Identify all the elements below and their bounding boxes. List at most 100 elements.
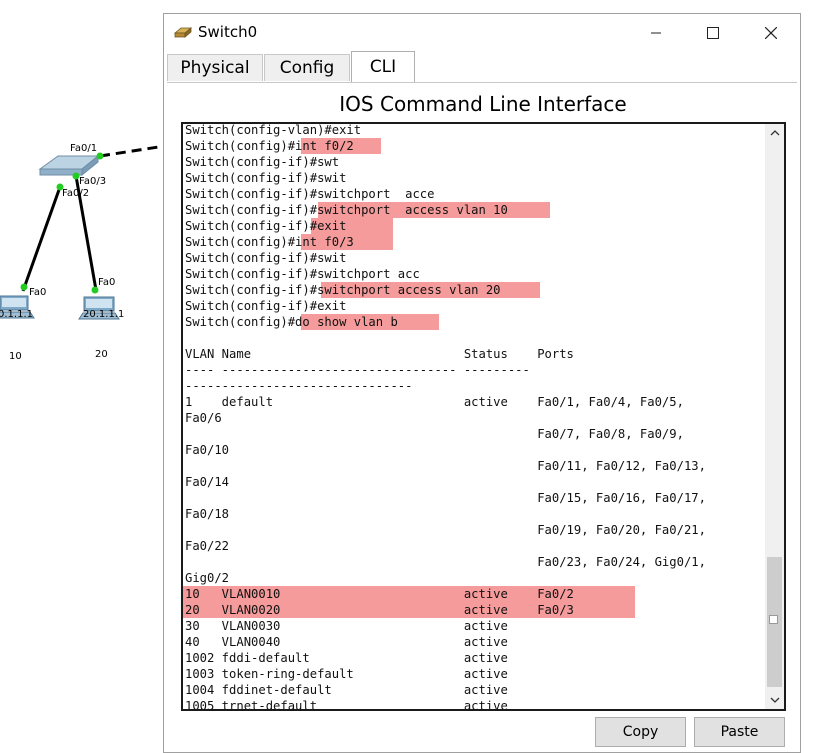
terminal-line-text: 10 VLAN0010 active Fa0/2 [185,587,574,601]
terminal-line: Switch(config-if)#swt [185,154,763,170]
terminal-line: Switch(config-if)#exit [185,218,763,234]
scroll-down-button[interactable] [765,691,784,709]
terminal-line: 1002 fddi-default active [185,650,763,666]
terminal-line-text: 20 VLAN0020 active Fa0/3 [185,603,574,617]
terminal-line-text: Switch(config-vlan)#exit [185,123,362,137]
terminal-line-text: 1002 fddi-default active [185,651,508,665]
terminal-line: Switch(config-if)#swit [185,170,763,186]
terminal-line: Fa0/22 [185,538,763,554]
pc2-port-label: Fa0 [98,277,116,288]
terminal-line: Switch(config-if)#switchport acce [185,186,763,202]
terminal-line-text: Fa0/23, Fa0/24, Gig0/1, [185,555,706,569]
terminal-line-text: Switch(config-if)#swt [185,155,340,169]
pc1-ip-label: 0.1.1.1 [0,309,33,320]
close-button[interactable] [742,14,800,52]
terminal-line-text: VLAN Name Status Ports [185,347,574,361]
terminal-line: Switch(config-vlan)#exit [185,123,763,138]
terminal-line-text: Fa0/15, Fa0/16, Fa0/17, [185,491,706,505]
terminal-line-text: ---- -------------------------------- --… [185,363,538,377]
terminal-line-text: 40 VLAN0040 active [185,635,508,649]
chevron-up-icon [770,130,779,136]
port-label-fa0-1: Fa0/1 [70,143,98,154]
terminal-line: ------------------------------- [185,378,763,394]
tab-physical[interactable]: Physical [167,54,263,81]
terminal-line-text: Switch(config-if)#exit [185,299,347,313]
terminal-line: 1004 fddinet-default active [185,682,763,698]
terminal-line: Switch(config-if)#swit [185,250,763,266]
scrollbar-notch [769,615,778,624]
terminal-line: 40 VLAN0040 active [185,634,763,650]
terminal-scrollbar[interactable] [765,124,784,709]
terminal-line-text: Switch(config-if)#swit [185,171,347,185]
terminal-line-text: Switch(config)#int f0/2 [185,139,354,153]
terminal-line-text: ------------------------------- [185,379,413,393]
terminal-line: Fa0/11, Fa0/12, Fa0/13, [185,458,763,474]
title-bar[interactable]: Switch0 [164,14,800,52]
terminal-line-text: 1004 fddinet-default active [185,683,508,697]
pc2-vlan-label: 20 [95,349,108,360]
maximize-button[interactable] [684,14,742,52]
terminal-line: Fa0/14 [185,474,763,490]
terminal-line: Switch(config-if)#exit [185,298,763,314]
terminal-line-text: Switch(config)#do show vlan b [185,315,398,329]
terminal-line-text: Switch(config)#int f0/3 [185,235,354,249]
topology-canvas: Fa0/1 Fa0/3 Fa0/2 Fa0 Fa0 0.1.1.1 20.1.1… [0,0,165,743]
minimize-icon [651,32,661,34]
terminal-line: Fa0/6 [185,410,763,426]
terminal-output: Switch(config-vlan)#exit Switch(config)#i… [183,123,763,709]
terminal-line: Fa0/23, Fa0/24, Gig0/1, [185,554,763,570]
maximize-icon [707,27,719,39]
terminal-line: Switch(config-if)#switchport access vlan… [185,282,763,298]
terminal-line-text: Switch(config-if)#swit [185,251,347,265]
terminal-line: ---- -------------------------------- --… [185,362,763,378]
terminal-line: Switch(config)#int f0/2 [185,138,763,154]
port-label-fa0-2: Fa0/2 [62,188,90,199]
pc2-ip-label: 20.1.1.1 [83,309,125,320]
terminal-line: Switch(config-if)#switchport access vlan… [185,202,763,218]
terminal-line-text: Fa0/7, Fa0/8, Fa0/9, [185,427,684,441]
device-window: Switch0 Physical Config CLI IOS Command … [163,13,801,753]
terminal-line-text: Fa0/6 [185,411,222,425]
terminal-line-text: Fa0/14 [185,475,230,489]
terminal-line-text: Fa0/22 [185,539,230,553]
port-up-indicator [20,283,28,291]
trunk-link[interactable] [99,144,165,158]
scroll-up-button[interactable] [765,124,784,142]
pc1-vlan-label: 10 [9,351,22,362]
port-label-fa0-3: Fa0/3 [79,176,107,187]
terminal-line-text: 1 default active Fa0/1, Fa0/4, Fa0/5, [185,395,684,409]
tab-config[interactable]: Config [264,54,350,81]
terminal-line-text: Switch(config-if)#switchport acce [185,187,435,201]
tab-bar: Physical Config CLI [167,51,797,83]
terminal-line: Gig0/2 [185,570,763,586]
terminal-line: 1005 trnet-default active [185,698,763,709]
terminal-line: 10 VLAN0010 active Fa0/2 [183,586,763,602]
terminal-line-text: 1003 token-ring-default active [185,667,508,681]
link-pc1[interactable] [21,186,62,292]
cli-terminal[interactable]: Switch(config-vlan)#exit Switch(config)#i… [181,122,786,711]
terminal-line-text: Switch(config-if)#switchport access vlan… [185,283,501,297]
tab-cli[interactable]: CLI [351,51,415,82]
terminal-line: Switch(config)#do show vlan b [185,314,763,330]
terminal-line: Fa0/7, Fa0/8, Fa0/9, [185,426,763,442]
terminal-line-text: Fa0/19, Fa0/20, Fa0/21, [185,523,706,537]
terminal-line: VLAN Name Status Ports [185,346,763,362]
pc1-port-label: Fa0 [29,287,47,298]
terminal-line: 20 VLAN0020 active Fa0/3 [183,602,763,618]
terminal-line-text: Switch(config-if)#switchport acc [185,267,420,281]
terminal-line-text: Switch(config-if)#switchport access vlan… [185,203,508,217]
minimize-button[interactable] [627,14,685,52]
topology-diagram [0,144,165,320]
terminal-line-text: Switch(config-if)#exit [185,219,347,233]
terminal-line: Fa0/15, Fa0/16, Fa0/17, [185,490,763,506]
switch-icon[interactable] [38,154,100,177]
terminal-line: Fa0/18 [185,506,763,522]
terminal-line: 1 default active Fa0/1, Fa0/4, Fa0/5, [185,394,763,410]
port-up-indicator [96,152,104,160]
switch-icon [173,24,193,42]
terminal-line-text: 30 VLAN0030 active [185,619,508,633]
terminal-line: Fa0/19, Fa0/20, Fa0/21, [185,522,763,538]
chevron-down-icon [770,697,779,703]
terminal-line: 1003 token-ring-default active [185,666,763,682]
